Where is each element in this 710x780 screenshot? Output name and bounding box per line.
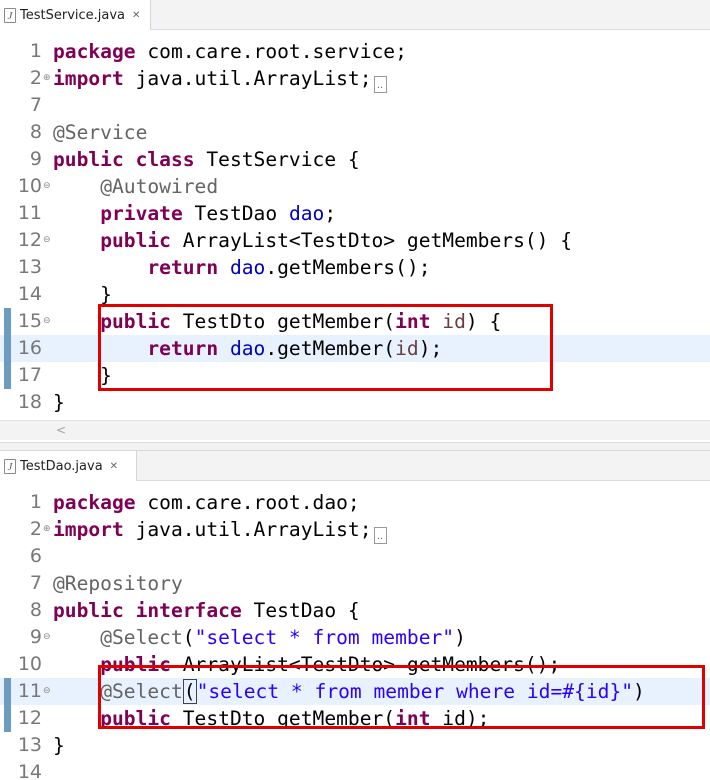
code-line[interactable]: 12 ⊖ public ArrayList<TestDto> getMembers… [0, 227, 710, 254]
code-area[interactable]: 1 package com.care.root.service; 2 ⊕ import … [0, 38, 710, 416]
code-line[interactable]: 8 public interface TestDao { [0, 597, 710, 624]
code-text[interactable]: @Repository [53, 570, 183, 597]
code-line[interactable]: 1 package com.care.root.service; [0, 38, 710, 65]
code-line[interactable]: 9 public class TestService { [0, 146, 710, 173]
fold-collapse-icon[interactable]: ⊕ [43, 65, 51, 92]
code-line[interactable]: 10 ⊖ @Autowired [0, 173, 710, 200]
line-number: 12 [17, 229, 42, 251]
code-line[interactable]: 16 return dao.getMember(id); [0, 335, 710, 362]
line-number: 8 [29, 121, 42, 143]
fold-collapse-icon[interactable]: ⊖ [43, 227, 51, 254]
editor-tab-bar: J TestDao.java ✕ [0, 451, 710, 481]
code-text[interactable]: public class TestService { [53, 146, 360, 173]
code-text[interactable]: private TestDao dao; [53, 200, 336, 227]
line-number: 14 [17, 283, 42, 305]
code-text[interactable]: @Service [53, 119, 147, 146]
tab-label: TestService.java [20, 7, 126, 23]
tab-label: TestDao.java [20, 458, 103, 474]
editor-tab-bar: J TestService.java ✕ [0, 0, 710, 30]
line-number: 17 [17, 364, 42, 386]
line-number: 13 [17, 734, 42, 756]
code-text[interactable]: return dao.getMembers(); [53, 254, 430, 281]
code-text[interactable]: public ArrayList<TestDto> getMembers(); [53, 651, 560, 678]
code-text[interactable]: public TestDto getMember(int id); [53, 705, 489, 732]
code-text[interactable]: public ArrayList<TestDto> getMembers() { [53, 227, 572, 254]
code-line[interactable]: 9 ⊖ @Select("select * from member") [0, 624, 710, 651]
horizontal-scrollbar[interactable]: < [0, 420, 710, 440]
line-number: 1 [29, 491, 42, 513]
code-line[interactable]: 11 private TestDao dao; [0, 200, 710, 227]
line-number: 14 [17, 761, 42, 780]
code-text[interactable]: } [53, 732, 65, 759]
code-text[interactable]: @Select("select * from member") [53, 624, 466, 651]
code-line[interactable]: 15 ⊖ public TestDto getMember(int id) { [0, 308, 710, 335]
fold-collapse-icon[interactable]: ⊖ [43, 678, 51, 705]
code-text[interactable]: } [53, 389, 65, 416]
code-text[interactable]: @Autowired [53, 173, 218, 200]
line-number: 6 [29, 545, 42, 567]
line-number: 11 [17, 680, 42, 702]
code-line[interactable]: 1 package com.care.root.dao; [0, 489, 710, 516]
tab-test-service[interactable]: J TestService.java ✕ [0, 0, 151, 30]
java-file-icon: J [4, 7, 16, 23]
line-number: 18 [17, 391, 42, 413]
line-number: 2 [29, 67, 42, 89]
code-line[interactable]: 8 @Service [0, 119, 710, 146]
code-text[interactable]: public TestDto getMember(int id) { [53, 308, 501, 335]
test-dao-editor[interactable]: J TestDao.java ✕ 1 package com.care.root.… [0, 451, 710, 780]
line-number: 9 [29, 148, 42, 170]
code-text[interactable]: @Select("select * from member where id=#… [53, 678, 645, 705]
code-line[interactable]: 11 ⊖ @Select("select * from member where … [0, 678, 710, 705]
close-icon[interactable]: ✕ [110, 461, 118, 472]
code-text[interactable]: package com.care.root.dao; [53, 489, 360, 516]
code-text[interactable]: } [53, 281, 112, 308]
tab-test-dao[interactable]: J TestDao.java ✕ [0, 451, 137, 481]
line-number: 1 [29, 40, 42, 62]
fold-collapse-icon[interactable]: ⊖ [43, 173, 51, 200]
line-number: 7 [29, 572, 42, 594]
fold-collapse-icon[interactable]: ⊖ [43, 308, 51, 335]
close-icon[interactable]: ✕ [132, 10, 140, 21]
line-number: 9 [29, 626, 42, 648]
code-line[interactable]: 7 [0, 92, 710, 119]
code-line[interactable]: 2 ⊕ import java.util.ArrayList;.. [0, 65, 710, 93]
code-line[interactable]: 18} [0, 389, 710, 416]
code-text[interactable]: package com.care.root.service; [53, 38, 407, 65]
code-line[interactable]: 12 public TestDto getMember(int id); [0, 705, 710, 732]
fold-collapse-icon[interactable]: ⊖ [43, 624, 51, 651]
code-text[interactable]: public interface TestDao { [53, 597, 360, 624]
line-number: 11 [17, 202, 42, 224]
code-text[interactable]: import java.util.ArrayList;.. [53, 65, 387, 93]
line-number: 10 [17, 175, 42, 197]
code-area[interactable]: 1 package com.care.root.dao; 2 ⊕ import java… [0, 489, 710, 780]
code-line[interactable]: 7 @Repository [0, 570, 710, 597]
editor-splitter[interactable] [0, 442, 710, 451]
test-service-editor[interactable]: J TestService.java ✕ 1 package com.care.r… [0, 0, 710, 442]
code-text[interactable]: } [53, 362, 112, 389]
code-line[interactable]: 2 ⊕ import java.util.ArrayList;.. [0, 516, 710, 544]
code-text[interactable]: return dao.getMember(id); [53, 335, 442, 362]
line-number: 13 [17, 256, 42, 278]
line-number: 8 [29, 599, 42, 621]
line-number: 12 [17, 707, 42, 729]
code-line[interactable]: 14 [0, 759, 710, 780]
line-number: 2 [29, 518, 42, 540]
code-line[interactable]: 14 } [0, 281, 710, 308]
line-number: 7 [29, 94, 42, 116]
scroll-left-icon[interactable]: < [56, 423, 66, 437]
code-line[interactable]: 13} [0, 732, 710, 759]
code-text[interactable]: import java.util.ArrayList;.. [53, 516, 387, 544]
code-line[interactable]: 13 return dao.getMembers(); [0, 254, 710, 281]
code-line[interactable]: 10 public ArrayList<TestDto> getMembers(… [0, 651, 710, 678]
line-number: 16 [17, 337, 42, 359]
line-number: 10 [17, 653, 42, 675]
code-line[interactable]: 6 [0, 543, 710, 570]
line-number: 15 [17, 310, 42, 332]
java-file-icon: J [4, 458, 16, 474]
fold-collapse-icon[interactable]: ⊕ [43, 516, 51, 543]
code-line[interactable]: 17 } [0, 362, 710, 389]
